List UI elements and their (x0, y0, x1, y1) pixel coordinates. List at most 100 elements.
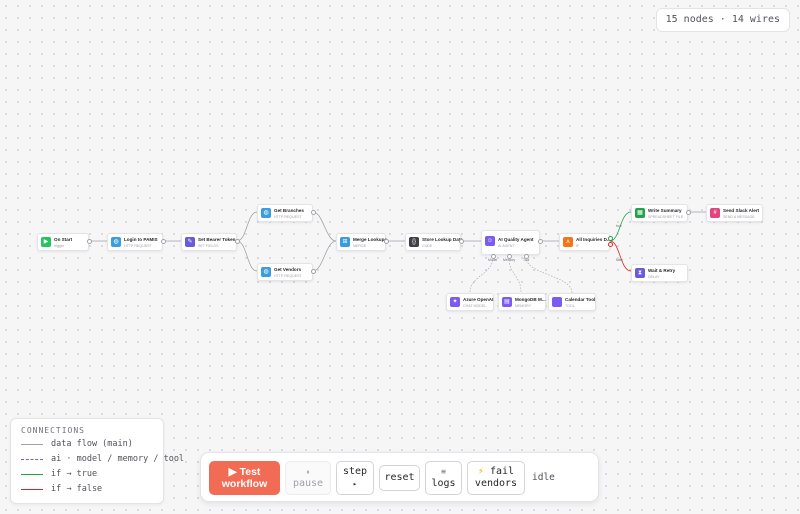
globe-icon: ◍ (111, 237, 121, 247)
node-set-bearer-token[interactable]: ✎ Set Bearer Token SET FIELDS (181, 233, 237, 251)
hourglass-icon: ⧗ (635, 268, 645, 278)
globe-icon: ◍ (261, 208, 271, 218)
output-port[interactable] (384, 239, 389, 244)
node-title: Get Branches (274, 208, 304, 213)
node-title: Azure OpenAI (463, 297, 494, 302)
node-store-lookup-data[interactable]: {} Store Lookup Data CODE (405, 233, 463, 251)
node-subtitle: HTTP REQUEST (124, 243, 152, 248)
node-azure-openai[interactable]: ✦ Azure OpenAI CHAT MODEL (446, 293, 494, 311)
step-label: step (342, 466, 368, 477)
node-subtitle: CODE (422, 243, 433, 248)
wire-bearer-branches (236, 211, 258, 242)
output-port[interactable] (87, 239, 92, 244)
node-subtitle: SEND A MESSAGE (723, 214, 755, 219)
step-button[interactable]: step ▸ (336, 461, 374, 495)
node-subtitle: AI AGENT (498, 243, 515, 248)
node-title: Write Summary (648, 208, 682, 213)
node-send-slack-alert[interactable]: # Send Slack Alert SEND A MESSAGE (706, 204, 763, 222)
run-status-text: idle (532, 472, 555, 483)
node-title: All Inquiries D... (576, 237, 611, 242)
node-get-branches[interactable]: ◍ Get Branches HTTP REQUEST (257, 204, 313, 222)
node-subtitle: TOOL (565, 303, 575, 308)
legend-item-ai: ai · model / memory / tool (21, 454, 184, 466)
play-icon: ▶ (228, 466, 237, 478)
step-icon: ▸ (352, 480, 358, 488)
output-port[interactable] (311, 210, 316, 215)
output-port[interactable] (161, 239, 166, 244)
node-subtitle: HTTP REQUEST (274, 273, 302, 278)
output-port[interactable] (311, 269, 316, 274)
node-subtitle: trigger (54, 243, 65, 248)
test-workflow-button[interactable]: ▶ Test workflow (209, 461, 280, 495)
fail-vendors-label-line1: ⚡ fail (477, 466, 515, 477)
false-port[interactable] (608, 242, 613, 247)
output-port[interactable] (235, 239, 240, 244)
brain-icon: ✦ (450, 297, 460, 307)
legend-label: if → true (51, 469, 98, 479)
logs-label: logs (431, 478, 456, 489)
reset-label: reset (384, 472, 415, 483)
logs-icon: ≡ (441, 467, 446, 476)
node-title: Set Bearer Token (198, 237, 236, 242)
node-on-start[interactable]: ▶ On Start trigger (37, 233, 89, 251)
node-title: MongoDB M... (515, 297, 546, 302)
logs-button[interactable]: ≡ logs (425, 461, 462, 495)
lightning-icon: ⚡ (477, 466, 484, 477)
true-port[interactable] (608, 236, 613, 241)
wire-inquiries-false (609, 240, 632, 272)
wire-agent-openai (469, 256, 494, 294)
node-title: Merge Lookups (353, 237, 387, 242)
node-subtitle: CHAT MODEL (463, 303, 487, 308)
node-calendar-tool[interactable]: Calendar Tool TOOL (548, 293, 596, 311)
wire-vendors-merge (312, 240, 337, 272)
legend-swatch (21, 474, 43, 475)
node-subtitle: IF (576, 243, 580, 248)
pause-icon: ⏸ (306, 468, 310, 476)
branch-icon: ⋏ (563, 237, 573, 247)
wire-agent-calendar (525, 256, 573, 294)
legend-swatch (21, 459, 43, 460)
legend-item-if-true: if → true (21, 469, 161, 481)
test-workflow-label-line2: workflow (221, 478, 268, 490)
node-wait-and-retry[interactable]: ⧗ Wait & Retry DELAY (631, 264, 688, 282)
globe-icon: ◍ (261, 267, 271, 277)
node-subtitle: HTTP REQUEST (274, 214, 302, 219)
legend-item-data-flow: data flow (main) (21, 439, 161, 451)
legend-swatch (21, 489, 43, 490)
memory-port-label: Memory (503, 258, 516, 262)
node-ai-quality-agent[interactable]: ☺ AI Quality Agent AI AGENT (481, 230, 540, 255)
fail-vendors-label-line2: vendors (474, 478, 518, 489)
node-get-vendors[interactable]: ◍ Get Vendors HTTP REQUEST (257, 263, 313, 281)
legend-title: CONNECTIONS (21, 426, 85, 435)
node-title: On Start (54, 237, 73, 242)
node-mongodb-memory[interactable]: ▤ MongoDB M... MEMORY (498, 293, 546, 311)
test-workflow-label-line1: ▶ Test (228, 466, 261, 478)
reset-button[interactable]: reset (379, 465, 420, 491)
legend-item-if-false: if → false (21, 484, 161, 496)
node-merge-lookups[interactable]: ⊞ Merge Lookups MERGE (336, 233, 387, 251)
output-port[interactable] (538, 239, 543, 244)
wire-agent-mongo (508, 256, 522, 294)
node-subtitle: SPREADSHEET FILE (648, 214, 684, 219)
output-port[interactable] (686, 210, 691, 215)
node-all-inquiries[interactable]: ⋏ All Inquiries D... IF (559, 233, 611, 251)
node-subtitle: MERGE (353, 243, 367, 248)
execution-toolbar: ▶ Test workflow ⏸ pause step ▸ reset ≡ l… (200, 452, 599, 502)
node-login-to-pamis[interactable]: ◍ Login to PAMIS HTTP REQUEST (107, 233, 163, 251)
merge-icon: ⊞ (340, 237, 350, 247)
pause-button[interactable]: ⏸ pause (285, 461, 331, 495)
node-write-summary[interactable]: ▦ Write Summary SPREADSHEET FILE (631, 204, 688, 222)
node-subtitle: DELAY (648, 274, 660, 279)
node-title: Send Slack Alert (723, 208, 760, 213)
node-title: Calendar Tool (565, 297, 596, 302)
node-subtitle: MEMORY (515, 303, 532, 308)
legend-swatch (21, 444, 43, 445)
wrench-icon (552, 297, 562, 307)
output-port[interactable] (459, 239, 464, 244)
legend-label: if → false (51, 484, 103, 494)
node-title: AI Quality Agent (498, 237, 534, 242)
false-branch-label: false (616, 258, 624, 262)
slack-icon: # (710, 208, 720, 218)
fail-vendors-button[interactable]: ⚡ fail vendors (467, 461, 525, 495)
pause-label: pause (292, 478, 324, 489)
